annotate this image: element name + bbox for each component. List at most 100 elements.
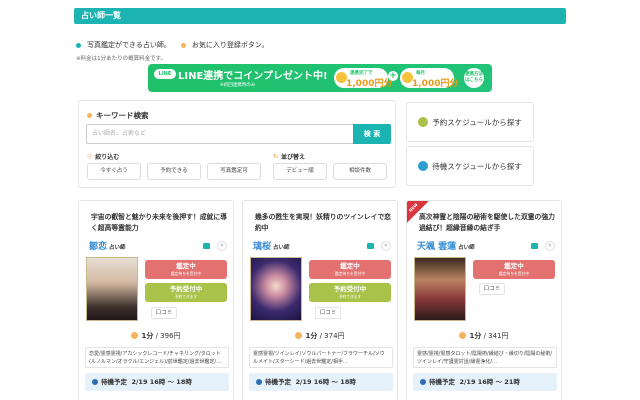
reserve-schedule-button[interactable]: 予約スケジュールから探す bbox=[406, 102, 534, 142]
chip-debut[interactable]: デビュー順 bbox=[273, 163, 327, 180]
plus-icon: + bbox=[388, 71, 398, 81]
card-tags: 霊感/霊視/霊感タロット/陰陽術/縁結び・縁切り/陰陽の秘術/ツインレイ/守護霊… bbox=[413, 347, 557, 368]
sort-label: ↻ 並び替え bbox=[273, 152, 305, 161]
status-main: 鑑定中 bbox=[176, 262, 196, 270]
fortune-teller-card[interactable]: 宇宙の叡智と魅かり未来を後押す！成就に導く超高等霊能力 鄒恋 占い師 ★ 鑑定中 … bbox=[78, 200, 234, 400]
line-detail-button[interactable]: 連携方法はこちら bbox=[464, 68, 484, 88]
coin-reward-first: 連携完了で 1,000円分 bbox=[334, 68, 392, 89]
reserve-sub: 予約できます bbox=[338, 294, 362, 299]
price-note: ※料金は1分あたりの概算料金です。 bbox=[76, 56, 167, 62]
wait-schedule-label: 待機スケジュールから探す bbox=[432, 161, 522, 171]
price-value: 396円 bbox=[160, 332, 181, 340]
search-button[interactable]: 検 索 bbox=[353, 124, 391, 144]
card-photo[interactable] bbox=[414, 257, 466, 321]
reserve-main: 予約受付中 bbox=[333, 285, 367, 293]
wait-schedule-button[interactable]: 待機スケジュールから探す bbox=[406, 146, 534, 186]
clock-icon bbox=[459, 332, 467, 339]
photo-reading-icon bbox=[367, 243, 374, 249]
line-banner-note: ※初回連携時のみ bbox=[220, 83, 256, 88]
favorite-icon[interactable]: ★ bbox=[381, 241, 391, 251]
price-unit: 1分 bbox=[469, 332, 482, 340]
card-role: 占い師 bbox=[273, 245, 290, 251]
review-button[interactable]: 口コミ bbox=[315, 307, 341, 319]
card-role: 占い師 bbox=[109, 245, 126, 251]
chip-reservable[interactable]: 予約できる bbox=[147, 163, 201, 180]
clock-icon bbox=[295, 332, 303, 339]
card-price: 1分 / 374円 bbox=[243, 331, 397, 341]
card-name[interactable]: 璃桜 占い師 bbox=[253, 239, 290, 252]
review-button[interactable]: 口コミ bbox=[479, 283, 505, 295]
price-value: 341円 bbox=[488, 332, 509, 340]
keyword-dot-icon bbox=[87, 113, 92, 118]
fortune-teller-card[interactable]: 幾多の甦生を実現！妖精りのツインレイで恋約中 璃桜 占い師 ★ 鑑定中 鑑定待ちを… bbox=[242, 200, 398, 400]
keyword-search-label: キーワード検索 bbox=[87, 110, 149, 121]
new-badge-text: NEW bbox=[407, 202, 419, 213]
wait-label: 待機予定 bbox=[101, 378, 127, 386]
filter-label: ◎ 絞り込む bbox=[87, 152, 119, 161]
price-unit: 1分 bbox=[305, 332, 318, 340]
card-tags: 恋愛/霊感霊視/アカシックレコード/チャネリング/タロット(ルノルマン/オラクル… bbox=[85, 347, 229, 368]
filter-icon: ◎ bbox=[87, 153, 93, 160]
photo-reading-icon bbox=[203, 243, 210, 249]
photo-legend-dot bbox=[76, 42, 81, 48]
fortune-teller-card[interactable]: NEW 高次神霊と陰陽の秘術を駆使した双霊の強力過結び！超縁音縁の結ぎ手 天颯 … bbox=[406, 200, 562, 400]
card-tagline: 幾多の甦生を実現！妖精りのツインレイで恋約中 bbox=[255, 213, 391, 232]
clock-icon bbox=[131, 332, 139, 339]
clock-icon bbox=[420, 379, 426, 385]
card-name[interactable]: 天颯 雲蓮 占い師 bbox=[417, 239, 475, 252]
chip-consults[interactable]: 相談件数 bbox=[333, 163, 387, 180]
favorite-icon[interactable]: ★ bbox=[217, 241, 227, 251]
favorite-icon[interactable]: ★ bbox=[545, 241, 555, 251]
card-tags: 霊感霊視/ツインレイ/ソウルパートナー/フラワーチル/ソウルメイト/スターシード… bbox=[249, 347, 393, 368]
wait-schedule: 待機予定 2/19 16時 ～ 21時 bbox=[413, 373, 557, 391]
coin-reward-monthly-value: 1,000円分 bbox=[412, 79, 459, 89]
chip-now[interactable]: 今すぐ占う bbox=[87, 163, 141, 180]
card-name-text[interactable]: 鄒恋 bbox=[89, 242, 107, 252]
clock-icon bbox=[92, 379, 98, 385]
status-button[interactable]: 鑑定中 鑑定待ちを受付中 bbox=[145, 260, 227, 279]
card-name-text[interactable]: 璃桜 bbox=[253, 242, 271, 252]
card-price: 1分 / 341円 bbox=[407, 331, 561, 341]
card-name-text[interactable]: 天颯 雲蓮 bbox=[417, 242, 456, 252]
filter-label-text: 絞り込む bbox=[95, 154, 120, 161]
status-button[interactable]: 鑑定中 鑑定待ちを受付中 bbox=[309, 260, 391, 279]
calendar-icon bbox=[418, 117, 429, 127]
reserve-button[interactable]: 予約受付中 予約できます bbox=[309, 283, 391, 302]
card-photo[interactable] bbox=[86, 257, 138, 321]
sort-label-text: 並び替え bbox=[281, 154, 306, 161]
reserve-button[interactable]: 予約受付中 予約できます bbox=[145, 283, 227, 302]
line-banner-title: LINE連携でコインプレゼント中! bbox=[178, 71, 328, 82]
photo-legend-text: 写真鑑定ができる占い師。 bbox=[87, 41, 171, 49]
line-banner[interactable]: LINE LINE連携でコインプレゼント中! ※初回連携時のみ 連携完了で 1,… bbox=[148, 64, 492, 92]
status-sub: 鑑定待ちを受付中 bbox=[170, 271, 202, 276]
wait-label: 待機予定 bbox=[265, 378, 291, 386]
wait-time: 2/19 16時 ～ 18時 bbox=[295, 378, 356, 386]
status-main: 鑑定中 bbox=[340, 262, 360, 270]
card-photo[interactable] bbox=[250, 257, 302, 321]
sort-icon: ↻ bbox=[273, 153, 279, 160]
fav-legend-dot bbox=[180, 42, 186, 48]
line-logo-icon: LINE bbox=[154, 69, 176, 79]
status-button[interactable]: 鑑定中 鑑定待ちを受付中 bbox=[473, 260, 555, 279]
search-panel: キーワード検索 占い師名、占術など 検 索 ◎ 絞り込む ↻ 並び替え 今すぐ占… bbox=[78, 100, 396, 188]
photo-reading-icon bbox=[531, 243, 538, 249]
keyword-search-label-text: キーワード検索 bbox=[96, 111, 149, 120]
legend: 写真鑑定ができる占い師。 お気に入り登録ボタン。 bbox=[76, 40, 268, 50]
wait-label: 待機予定 bbox=[429, 378, 455, 386]
wait-time: 2/19 16時 ～ 18時 bbox=[131, 378, 192, 386]
reserve-main: 予約受付中 bbox=[169, 285, 203, 293]
status-main: 鑑定中 bbox=[504, 262, 524, 270]
clock-icon bbox=[256, 379, 262, 385]
page-title: 占い師一覧 bbox=[74, 8, 566, 24]
search-input[interactable]: 占い師名、占術など bbox=[86, 124, 354, 144]
coin-reward-first-value: 1,000円分 bbox=[346, 79, 393, 89]
wait-schedule: 待機予定 2/19 16時 ～ 18時 bbox=[85, 373, 229, 391]
reserve-sub: 予約できます bbox=[174, 294, 198, 299]
price-value: 374円 bbox=[324, 332, 345, 340]
card-tagline: 高次神霊と陰陽の秘術を駆使した双霊の強力過結び！超縁音縁の結ぎ手 bbox=[419, 213, 555, 232]
chip-photo[interactable]: 写真鑑定可 bbox=[207, 163, 261, 180]
status-sub: 鑑定待ちを受付中 bbox=[334, 271, 366, 276]
review-button[interactable]: 口コミ bbox=[151, 307, 177, 319]
card-name[interactable]: 鄒恋 占い師 bbox=[89, 239, 126, 252]
coin-reward-monthly: 毎月 1,000円分 bbox=[400, 68, 458, 89]
